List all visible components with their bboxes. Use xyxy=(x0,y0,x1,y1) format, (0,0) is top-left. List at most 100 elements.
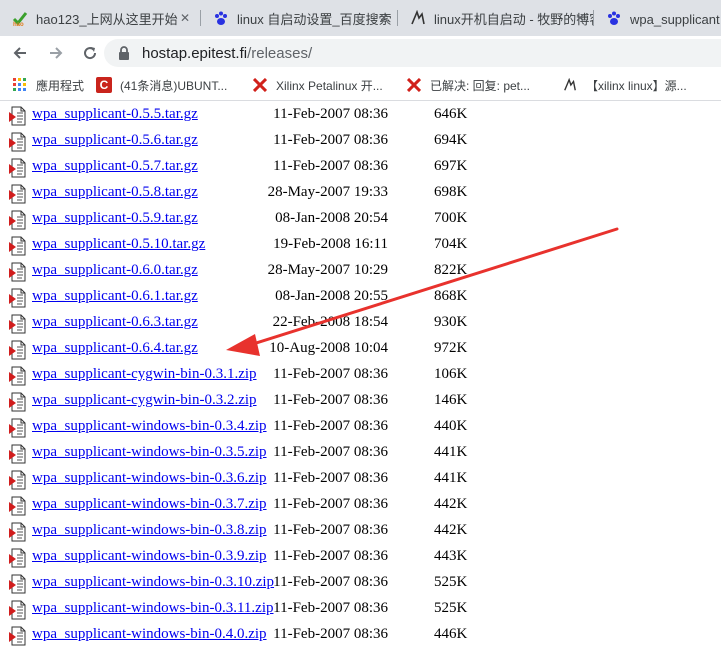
back-button[interactable] xyxy=(6,39,34,67)
bookmark-apps[interactable]: 應用程式 xyxy=(12,70,84,100)
file-row: wpa_supplicant-0.5.5.tar.gz 11-Feb-2007 0… xyxy=(0,102,721,128)
file-link[interactable]: wpa_supplicant-windows-bin-0.3.10.zip xyxy=(32,574,274,591)
file-row: wpa_supplicant-0.5.10.tar.gz 19-Feb-2008 … xyxy=(0,232,721,258)
bookmark-csdn[interactable]: C (41条消息)UBUNT... xyxy=(96,70,227,100)
file-link[interactable]: wpa_supplicant-0.6.4.tar.gz xyxy=(32,340,198,357)
file-link[interactable]: wpa_supplicant-windows-bin-0.4.0.zip xyxy=(32,626,267,643)
tab-blog[interactable]: linux开机自启动 - 牧野的博客 ✕ xyxy=(398,0,593,36)
file-row: wpa_supplicant-windows-bin-0.3.9.zip 11-F… xyxy=(0,544,721,570)
tab-wpa-supplicant[interactable]: wpa_supplicant 选 xyxy=(594,0,721,36)
file-date: 11-Feb-2007 08:36 xyxy=(273,392,388,408)
file-size: 646K xyxy=(434,106,468,122)
file-link[interactable]: wpa_supplicant-windows-bin-0.3.4.zip xyxy=(32,418,267,435)
compressed-file-icon xyxy=(9,574,27,594)
compressed-file-icon xyxy=(9,158,27,178)
file-size: 106K xyxy=(434,366,468,382)
close-icon[interactable]: ✕ xyxy=(377,11,391,25)
file-date: 11-Feb-2007 08:36 xyxy=(273,470,388,486)
file-size: 972K xyxy=(434,340,468,356)
file-link[interactable]: wpa_supplicant-0.6.3.tar.gz xyxy=(32,314,198,331)
file-date: 11-Feb-2007 08:36 xyxy=(273,106,388,122)
bookmark-label: (41条消息)UBUNT... xyxy=(120,78,228,93)
svg-text:hao: hao xyxy=(13,22,24,26)
bookmark-xilinx-linux[interactable]: 【xilinx linux】源... xyxy=(562,70,687,100)
file-date: 11-Feb-2007 08:36 xyxy=(273,548,388,564)
file-row: wpa_supplicant-0.5.6.tar.gz 11-Feb-2007 0… xyxy=(0,128,721,154)
reload-icon xyxy=(84,47,97,60)
bookmark-xilinx-petalinux[interactable]: Xilinx Petalinux 开... xyxy=(252,70,383,100)
file-link[interactable]: wpa_supplicant-windows-bin-0.3.9.zip xyxy=(32,548,267,565)
file-date: 11-Feb-2007 08:36 xyxy=(273,496,388,512)
file-row: wpa_supplicant-0.6.0.tar.gz 28-May-2007 1… xyxy=(0,258,721,284)
url-host: hostap.epitest.fi xyxy=(142,44,248,62)
tab-title: wpa_supplicant 选 xyxy=(630,11,721,27)
compressed-file-icon xyxy=(9,522,27,542)
compressed-file-icon xyxy=(9,184,27,204)
baidu-paw-icon xyxy=(606,10,622,26)
file-row: wpa_supplicant-windows-bin-0.3.8.zip 11-F… xyxy=(0,518,721,544)
apps-grid-icon xyxy=(12,77,28,93)
file-size: 146K xyxy=(434,392,468,408)
file-size: 700K xyxy=(434,210,468,226)
file-link[interactable]: wpa_supplicant-0.6.1.tar.gz xyxy=(32,288,198,305)
forward-button[interactable] xyxy=(42,39,70,67)
file-link[interactable]: wpa_supplicant-cygwin-bin-0.3.2.zip xyxy=(32,392,257,409)
compressed-file-icon xyxy=(9,210,27,230)
file-link[interactable]: wpa_supplicant-windows-bin-0.3.7.zip xyxy=(32,496,267,513)
blog-icon xyxy=(410,10,426,26)
compressed-file-icon xyxy=(9,288,27,308)
tab-hao123[interactable]: hao hao123_上网从这里开始 ✕ xyxy=(0,0,198,36)
file-link[interactable]: wpa_supplicant-windows-bin-0.3.8.zip xyxy=(32,522,267,539)
file-row: wpa_supplicant-0.5.9.tar.gz 08-Jan-2008 2… xyxy=(0,206,721,232)
baidu-paw-icon xyxy=(213,10,229,26)
bookmark-label: 應用程式 xyxy=(36,78,85,93)
compressed-file-icon xyxy=(9,392,27,412)
file-row: wpa_supplicant-0.5.7.tar.gz 11-Feb-2007 0… xyxy=(0,154,721,180)
file-link[interactable]: wpa_supplicant-windows-bin-0.3.11.zip xyxy=(32,600,274,617)
arrow-right-icon xyxy=(50,47,63,59)
file-link[interactable]: wpa_supplicant-windows-bin-0.3.5.zip xyxy=(32,444,267,461)
file-row: wpa_supplicant-windows-bin-0.3.4.zip 11-F… xyxy=(0,414,721,440)
close-icon[interactable]: ✕ xyxy=(573,11,587,25)
file-size: 525K xyxy=(434,600,468,616)
tab-title: linux 自启动设置_百度搜索 xyxy=(237,11,392,27)
file-date: 11-Feb-2007 08:36 xyxy=(273,522,388,538)
file-date: 11-Feb-2007 08:36 xyxy=(273,600,388,616)
compressed-file-icon xyxy=(9,132,27,152)
file-row: wpa_supplicant-windows-bin-0.3.6.zip 11-F… xyxy=(0,466,721,492)
csdn-icon: C xyxy=(96,77,112,93)
reload-button[interactable] xyxy=(76,39,104,67)
compressed-file-icon xyxy=(9,600,27,620)
xilinx-icon xyxy=(252,77,268,93)
tab-title: hao123_上网从这里开始 xyxy=(36,11,178,27)
bookmark-xilinx-solved[interactable]: 已解决: 回复: pet... xyxy=(406,70,530,100)
url-path: /releases/ xyxy=(247,44,313,62)
compressed-file-icon xyxy=(9,626,27,646)
file-link[interactable]: wpa_supplicant-0.5.10.tar.gz xyxy=(32,236,205,253)
file-row: wpa_supplicant-0.5.8.tar.gz 28-May-2007 1… xyxy=(0,180,721,206)
compressed-file-icon xyxy=(9,236,27,256)
file-link[interactable]: wpa_supplicant-windows-bin-0.3.6.zip xyxy=(32,470,267,487)
tab-strip: hao hao123_上网从这里开始 ✕ linux 自启动设置_百度搜索 ✕ … xyxy=(0,0,721,36)
file-link[interactable]: wpa_supplicant-0.5.6.tar.gz xyxy=(32,132,198,149)
file-link[interactable]: wpa_supplicant-0.5.5.tar.gz xyxy=(32,106,198,123)
file-size: 694K xyxy=(434,132,468,148)
compressed-file-icon xyxy=(9,262,27,282)
file-link[interactable]: wpa_supplicant-0.6.0.tar.gz xyxy=(32,262,198,279)
compressed-file-icon xyxy=(9,314,27,334)
url-text: hostap.epitest.fi/releases/ xyxy=(142,45,312,62)
file-size: 525K xyxy=(434,574,468,590)
file-link[interactable]: wpa_supplicant-0.5.7.tar.gz xyxy=(32,158,198,175)
bookmark-label: 已解决: 回复: pet... xyxy=(430,78,531,93)
bookmark-label: 【xilinx linux】源... xyxy=(586,78,687,93)
address-bar[interactable]: hostap.epitest.fi/releases/ xyxy=(104,39,721,67)
file-link[interactable]: wpa_supplicant-0.5.8.tar.gz xyxy=(32,184,198,201)
file-date: 11-Feb-2007 08:36 xyxy=(273,132,388,148)
file-size: 704K xyxy=(434,236,468,252)
file-link[interactable]: wpa_supplicant-cygwin-bin-0.3.1.zip xyxy=(32,366,257,383)
tab-baidu-search[interactable]: linux 自启动设置_百度搜索 ✕ xyxy=(201,0,397,36)
close-icon[interactable]: ✕ xyxy=(178,11,192,25)
file-row: wpa_supplicant-0.6.4.tar.gz 10-Aug-2008 1… xyxy=(0,336,721,362)
file-size: 697K xyxy=(434,158,468,174)
file-link[interactable]: wpa_supplicant-0.5.9.tar.gz xyxy=(32,210,198,227)
